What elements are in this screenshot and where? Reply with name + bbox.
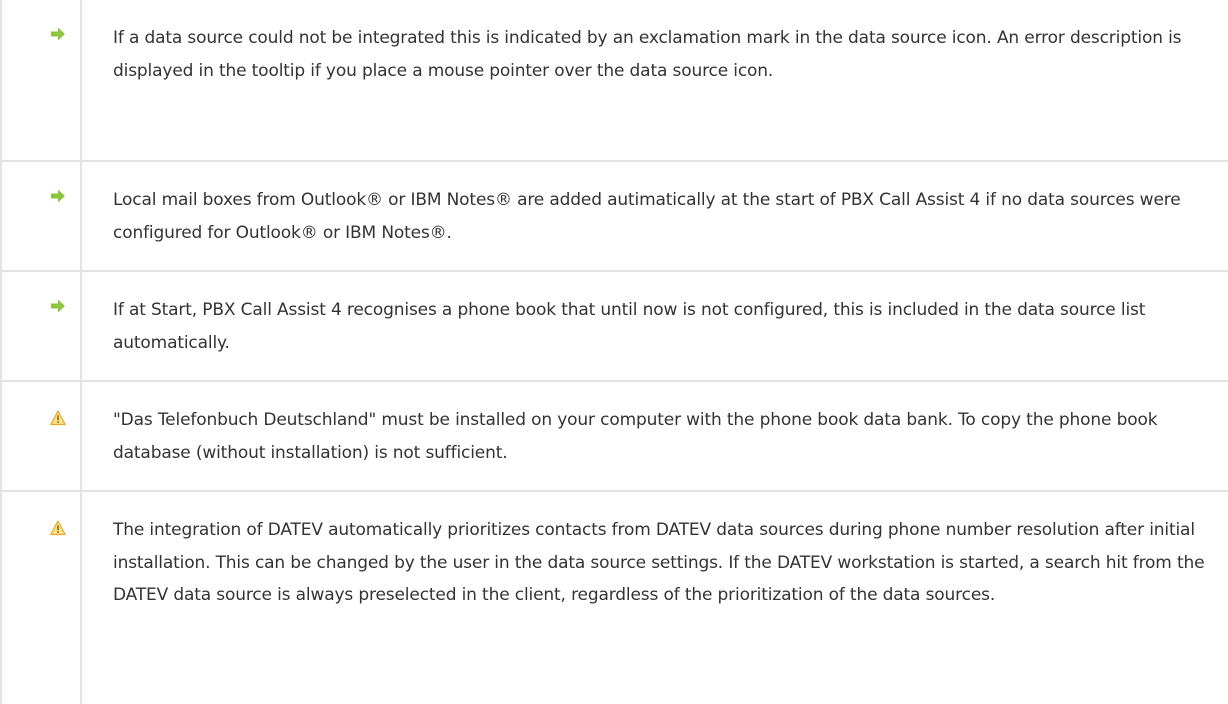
note-icon-cell: [2, 382, 82, 490]
arrow-right-icon: [51, 189, 65, 203]
note-row: If a data source could not be integrated…: [2, 0, 1228, 162]
note-text: The integration of DATEV automatically p…: [113, 520, 1205, 605]
note-icon-cell: [2, 272, 82, 380]
note-row: Local mail boxes from Outlook® or IBM No…: [2, 162, 1228, 272]
note-row: "Das Telefonbuch Deutschland" must be in…: [2, 382, 1228, 492]
note-row: If at Start, PBX Call Assist 4 recognise…: [2, 272, 1228, 382]
note-text: If a data source could not be integrated…: [113, 28, 1182, 81]
note-row: The integration of DATEV automatically p…: [2, 492, 1228, 704]
note-text: "Das Telefonbuch Deutschland" must be in…: [113, 410, 1158, 463]
arrow-right-icon: [51, 299, 65, 313]
note-text: If at Start, PBX Call Assist 4 recognise…: [113, 300, 1146, 353]
note-text: Local mail boxes from Outlook® or IBM No…: [113, 190, 1181, 243]
notes-table: If a data source could not be integrated…: [0, 0, 1228, 704]
warning-icon: [50, 410, 66, 426]
note-icon-cell: [2, 492, 82, 704]
arrow-right-icon: [51, 27, 65, 41]
warning-icon: [50, 520, 66, 536]
note-icon-cell: [2, 162, 82, 270]
note-icon-cell: [2, 0, 82, 160]
